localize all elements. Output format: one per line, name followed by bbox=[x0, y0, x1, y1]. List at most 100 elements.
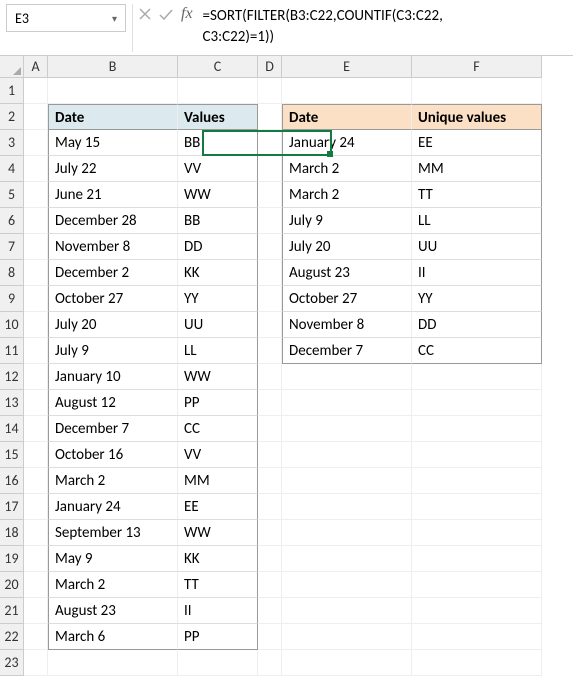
cell[interactable]: December 7 bbox=[48, 416, 178, 442]
cell[interactable]: YY bbox=[412, 286, 542, 312]
cell[interactable] bbox=[24, 234, 48, 260]
row-header[interactable]: 4 bbox=[0, 156, 24, 182]
cell[interactable]: March 6 bbox=[48, 624, 178, 650]
cell[interactable]: January 24 bbox=[48, 494, 178, 520]
cell[interactable]: DD bbox=[178, 234, 258, 260]
row-header[interactable]: 1 bbox=[0, 78, 24, 104]
cell[interactable]: July 9 bbox=[48, 338, 178, 364]
cell[interactable] bbox=[258, 520, 282, 546]
cell[interactable] bbox=[24, 572, 48, 598]
cell[interactable] bbox=[24, 182, 48, 208]
cell[interactable] bbox=[412, 494, 542, 520]
cell[interactable] bbox=[258, 390, 282, 416]
row-header[interactable]: 22 bbox=[0, 624, 24, 650]
cell[interactable]: August 23 bbox=[48, 598, 178, 624]
cell[interactable] bbox=[412, 520, 542, 546]
cell[interactable] bbox=[24, 390, 48, 416]
cell[interactable]: October 27 bbox=[48, 286, 178, 312]
cell[interactable] bbox=[282, 416, 412, 442]
cell[interactable]: VV bbox=[178, 156, 258, 182]
row-header[interactable]: 7 bbox=[0, 234, 24, 260]
cell[interactable] bbox=[282, 390, 412, 416]
cell[interactable]: DD bbox=[412, 312, 542, 338]
cell[interactable] bbox=[24, 520, 48, 546]
cell[interactable] bbox=[258, 364, 282, 390]
cell[interactable] bbox=[178, 78, 258, 104]
row-header[interactable]: 14 bbox=[0, 416, 24, 442]
cell[interactable] bbox=[412, 416, 542, 442]
cell[interactable] bbox=[258, 182, 282, 208]
row-header[interactable]: 16 bbox=[0, 468, 24, 494]
cell[interactable]: Date bbox=[282, 104, 412, 130]
row-header[interactable]: 18 bbox=[0, 520, 24, 546]
cell[interactable]: VV bbox=[178, 442, 258, 468]
cell[interactable] bbox=[412, 468, 542, 494]
cell[interactable]: Date bbox=[48, 104, 178, 130]
cell[interactable]: UU bbox=[412, 234, 542, 260]
row-header[interactable]: 12 bbox=[0, 364, 24, 390]
cell[interactable]: YY bbox=[178, 286, 258, 312]
cell[interactable] bbox=[282, 494, 412, 520]
cell[interactable] bbox=[24, 286, 48, 312]
cell[interactable] bbox=[258, 650, 282, 676]
cell[interactable] bbox=[258, 546, 282, 572]
cell[interactable]: CC bbox=[178, 416, 258, 442]
formula-input[interactable]: =SORT(FILTER(B3:C22,COUNTIF(C3:C22, C3:C… bbox=[199, 0, 573, 56]
cell[interactable]: November 8 bbox=[48, 234, 178, 260]
cell[interactable] bbox=[258, 442, 282, 468]
cell[interactable] bbox=[24, 104, 48, 130]
fx-icon[interactable]: fx bbox=[181, 5, 193, 23]
cell[interactable] bbox=[24, 442, 48, 468]
select-all-corner[interactable] bbox=[0, 56, 24, 78]
cell[interactable]: August 23 bbox=[282, 260, 412, 286]
cell[interactable]: June 21 bbox=[48, 182, 178, 208]
cell[interactable]: II bbox=[412, 260, 542, 286]
cell[interactable] bbox=[282, 650, 412, 676]
cell[interactable] bbox=[258, 234, 282, 260]
cell[interactable] bbox=[24, 624, 48, 650]
cell[interactable]: EE bbox=[178, 494, 258, 520]
row-header[interactable]: 3 bbox=[0, 130, 24, 156]
cell[interactable]: LL bbox=[412, 208, 542, 234]
cell[interactable]: EE bbox=[412, 130, 542, 156]
cell[interactable] bbox=[412, 598, 542, 624]
row-header[interactable]: 6 bbox=[0, 208, 24, 234]
cell[interactable] bbox=[24, 130, 48, 156]
cell[interactable]: MM bbox=[178, 468, 258, 494]
cell[interactable]: II bbox=[178, 598, 258, 624]
cell[interactable]: December 2 bbox=[48, 260, 178, 286]
cell[interactable] bbox=[24, 546, 48, 572]
cell[interactable] bbox=[24, 364, 48, 390]
col-header-E[interactable]: E bbox=[282, 56, 412, 78]
cell[interactable] bbox=[282, 624, 412, 650]
cell[interactable]: May 9 bbox=[48, 546, 178, 572]
cell[interactable] bbox=[48, 650, 178, 676]
cell[interactable]: MM bbox=[412, 156, 542, 182]
cell[interactable] bbox=[24, 598, 48, 624]
cell[interactable]: August 12 bbox=[48, 390, 178, 416]
cell[interactable]: July 9 bbox=[282, 208, 412, 234]
cell[interactable]: December 28 bbox=[48, 208, 178, 234]
cell[interactable]: October 16 bbox=[48, 442, 178, 468]
cell[interactable] bbox=[24, 78, 48, 104]
row-header[interactable]: 13 bbox=[0, 390, 24, 416]
cell[interactable] bbox=[258, 624, 282, 650]
cell[interactable]: December 7 bbox=[282, 338, 412, 364]
row-header[interactable]: 23 bbox=[0, 650, 24, 676]
col-header-B[interactable]: B bbox=[48, 56, 178, 78]
cell[interactable] bbox=[24, 260, 48, 286]
cell[interactable] bbox=[258, 260, 282, 286]
row-header[interactable]: 11 bbox=[0, 338, 24, 364]
cell[interactable]: September 13 bbox=[48, 520, 178, 546]
cell[interactable] bbox=[282, 598, 412, 624]
cell[interactable]: Unique values bbox=[412, 104, 542, 130]
cell[interactable] bbox=[412, 572, 542, 598]
row-header[interactable]: 17 bbox=[0, 494, 24, 520]
row-header[interactable]: 15 bbox=[0, 442, 24, 468]
cell[interactable] bbox=[258, 208, 282, 234]
col-header-F[interactable]: F bbox=[412, 56, 542, 78]
enter-icon[interactable] bbox=[159, 8, 173, 20]
cell[interactable] bbox=[258, 130, 282, 156]
row-header[interactable]: 5 bbox=[0, 182, 24, 208]
name-box[interactable]: E3 ▾ bbox=[6, 4, 126, 32]
